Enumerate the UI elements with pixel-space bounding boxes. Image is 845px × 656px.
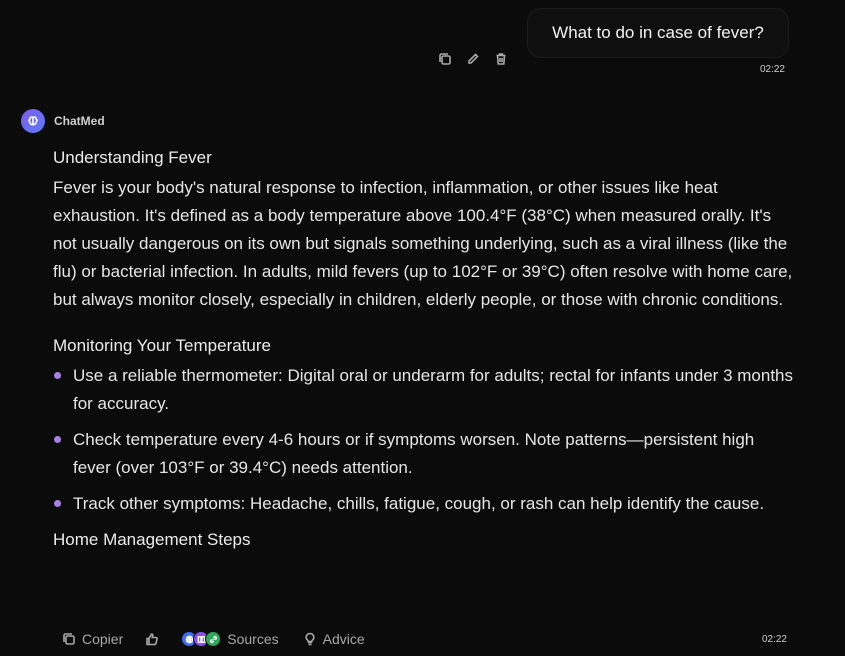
sources-label: Sources	[227, 631, 279, 647]
message-footer: Copier Sources Advice 02:22	[62, 628, 787, 650]
chat-page: What to do in case of fever? 02:22 ChatM…	[0, 0, 845, 656]
advice-label: Advice	[322, 631, 365, 647]
user-message-time: 02:22	[759, 64, 785, 75]
link-icon	[205, 631, 222, 647]
user-message-text: What to do in case of fever?	[552, 23, 764, 42]
like-button[interactable]	[145, 632, 159, 646]
advice-button[interactable]: Advice	[303, 631, 365, 647]
assistant-header: ChatMed	[21, 109, 105, 133]
assistant-message: Understanding Fever Fever is your body's…	[53, 144, 793, 554]
user-message-bubble: What to do in case of fever?	[527, 8, 789, 58]
user-message-actions	[436, 50, 510, 70]
paragraph: Fever is your body's natural response to…	[53, 178, 793, 309]
sources-button[interactable]: Sources	[181, 631, 279, 647]
pencil-icon[interactable]	[464, 50, 482, 68]
brain-icon	[21, 109, 45, 133]
copy-icon	[63, 633, 75, 645]
section-heading: Monitoring Your Temperature	[53, 336, 271, 355]
copy-button[interactable]: Copier	[62, 631, 123, 647]
list-item: Track other symptoms: Headache, chills, …	[54, 490, 793, 518]
list-item: Use a reliable thermometer: Digital oral…	[54, 362, 793, 418]
copy-label: Copier	[82, 631, 124, 647]
copy-icon[interactable]	[436, 50, 454, 68]
source-icons	[181, 631, 222, 647]
thumbs-up-icon	[146, 633, 159, 646]
list-item: Check temperature every 4-6 hours or if …	[54, 426, 793, 482]
assistant-message-time: 02:22	[761, 633, 787, 645]
assistant-name: ChatMed	[54, 114, 105, 128]
section-heading: Home Management Steps	[53, 530, 251, 549]
section-heading: Understanding Fever	[53, 148, 212, 167]
lightbulb-icon	[305, 632, 315, 646]
trash-icon[interactable]	[492, 50, 510, 68]
bullet-list: Use a reliable thermometer: Digital oral…	[53, 362, 793, 518]
